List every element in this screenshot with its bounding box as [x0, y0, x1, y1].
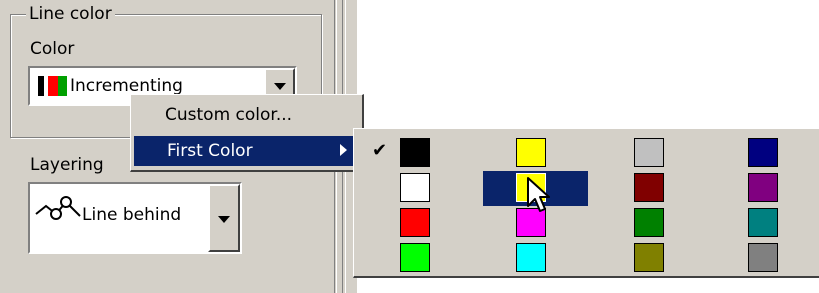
layering-combobox-value: Line behind [82, 205, 182, 225]
dropdown-arrow-icon [273, 83, 286, 90]
dropdown-arrow-icon [218, 216, 230, 223]
color-swatch[interactable] [634, 243, 664, 272]
line-color-group-title: Line color [26, 4, 115, 24]
color-swatch[interactable] [748, 138, 778, 167]
color-swatch[interactable] [400, 208, 430, 237]
line-behind-icon [34, 196, 82, 227]
color-swatch[interactable] [400, 138, 430, 167]
color-swatch[interactable] [748, 173, 778, 202]
color-preview-green [58, 76, 67, 96]
color-swatch[interactable] [516, 243, 546, 272]
color-swatch[interactable] [516, 138, 546, 167]
color-swatch[interactable] [748, 243, 778, 272]
mouse-cursor-icon [526, 176, 552, 219]
color-preview-red [48, 76, 58, 96]
color-swatch[interactable] [634, 138, 664, 167]
menu-item-custom-color[interactable]: Custom color... [165, 103, 292, 127]
menu-item-first-color-label: First Color [167, 141, 253, 161]
color-label: Color [30, 39, 75, 59]
layering-label: Layering [30, 155, 104, 175]
checkmark-icon: ✔ [372, 140, 388, 161]
color-swatch[interactable] [400, 243, 430, 272]
color-swatch[interactable] [748, 208, 778, 237]
color-swatch[interactable] [400, 173, 430, 202]
color-swatch[interactable] [634, 208, 664, 237]
color-preview-black [38, 76, 44, 96]
color-swatch[interactable] [634, 173, 664, 202]
layering-dropdown-button[interactable] [208, 184, 240, 252]
submenu-arrow-icon [340, 144, 347, 156]
